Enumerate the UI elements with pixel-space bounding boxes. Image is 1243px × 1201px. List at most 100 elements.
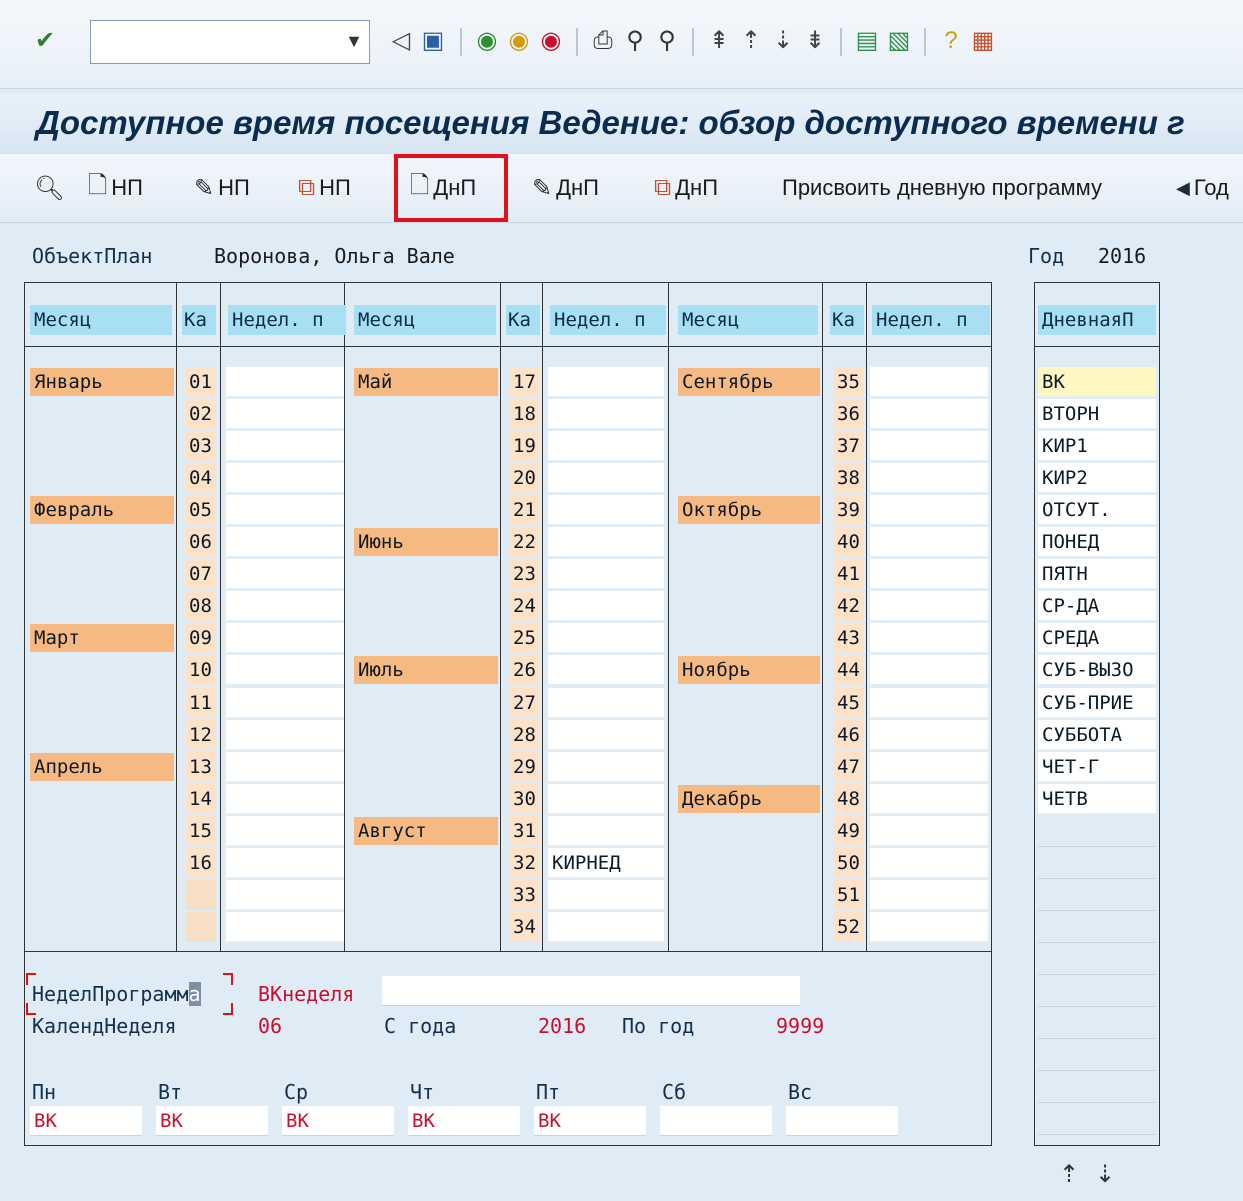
week-program-cell[interactable] <box>226 911 344 942</box>
assign-day-program-button[interactable]: Присвоить дневную программу <box>782 168 1102 208</box>
week-program-cell[interactable] <box>226 463 344 494</box>
week-program-cell[interactable] <box>548 751 664 782</box>
day-program-empty-row[interactable] <box>1038 1104 1156 1136</box>
calendar-week-cell[interactable]: 28 <box>510 719 540 750</box>
week-program-cell[interactable] <box>870 751 988 782</box>
week-program-cell[interactable] <box>870 623 988 654</box>
calendar-week-cell[interactable]: 46 <box>834 719 864 750</box>
week-program-cell[interactable] <box>870 655 988 686</box>
day-program-item[interactable]: ПОНЕД <box>1038 527 1156 558</box>
calendar-week-cell[interactable]: 38 <box>834 463 864 494</box>
day-program-empty-row[interactable] <box>1038 976 1156 1007</box>
print-icon[interactable]: ⎙ <box>588 24 618 58</box>
calendar-week-cell[interactable]: 36 <box>834 399 864 430</box>
prev-page-icon[interactable]: ⇡ <box>736 24 766 58</box>
weekday-program-input[interactable]: ВК <box>30 1106 142 1136</box>
calendar-week-cell[interactable]: 51 <box>834 879 864 910</box>
week-program-cell[interactable] <box>226 751 344 782</box>
week-program-cell[interactable] <box>226 399 344 430</box>
week-program-cell[interactable] <box>870 815 988 846</box>
weekday-program-input[interactable]: ВК <box>408 1106 520 1136</box>
calendar-week-cell[interactable]: 19 <box>510 431 540 462</box>
week-program-field[interactable]: НеделПрограмма <box>32 982 201 1006</box>
calendar-week-cell[interactable]: 48 <box>834 783 864 814</box>
weekday-program-input[interactable] <box>660 1106 772 1136</box>
calendar-week-cell[interactable]: 18 <box>510 399 540 430</box>
day-program-empty-row[interactable] <box>1038 880 1156 911</box>
week-program-cell[interactable] <box>226 783 344 814</box>
calendar-week-cell[interactable]: 15 <box>186 815 216 846</box>
day-program-empty-row[interactable] <box>1038 816 1156 847</box>
week-program-cell[interactable] <box>548 783 664 814</box>
calendar-week-cell[interactable]: 31 <box>510 815 540 846</box>
calendar-week-cell[interactable]: 21 <box>510 495 540 526</box>
calendar-week-cell[interactable]: 42 <box>834 591 864 622</box>
calendar-week-cell[interactable]: 40 <box>834 527 864 558</box>
week-program-cell[interactable] <box>548 399 664 430</box>
week-program-cell[interactable] <box>548 527 664 558</box>
weekday-program-input[interactable]: ВК <box>156 1106 268 1136</box>
day-program-item[interactable]: ВК <box>1038 367 1156 397</box>
day-program-item[interactable]: ВТОРН <box>1038 399 1156 430</box>
calendar-week-cell[interactable]: 49 <box>834 815 864 846</box>
change-day-program-button[interactable]: ✎ ДнП <box>532 168 599 208</box>
first-page-icon[interactable]: ⇞ <box>704 24 734 58</box>
week-program-cell[interactable] <box>226 687 344 718</box>
calendar-week-cell[interactable]: 09 <box>186 623 216 654</box>
day-program-item[interactable]: ПЯТН <box>1038 559 1156 590</box>
calendar-week-cell[interactable]: 03 <box>186 431 216 462</box>
week-program-cell[interactable] <box>226 815 344 846</box>
week-program-cell[interactable] <box>548 655 664 686</box>
copy-week-program-button[interactable]: ⧉ НП <box>298 168 351 208</box>
calendar-week-cell[interactable]: 25 <box>510 623 540 654</box>
day-program-empty-row[interactable] <box>1038 1040 1156 1072</box>
week-program-cell[interactable] <box>548 911 664 942</box>
green-arrow-back-icon[interactable]: ◉ <box>472 24 502 58</box>
week-program-cell[interactable] <box>548 431 664 462</box>
create-week-program-button[interactable]: 🗋 НП <box>88 168 143 208</box>
week-program-cell[interactable] <box>226 367 344 397</box>
change-week-program-button[interactable]: ✎ НП <box>194 168 250 208</box>
week-program-cell[interactable] <box>548 591 664 622</box>
calendar-week-cell[interactable]: 34 <box>510 911 540 942</box>
week-program-cell[interactable] <box>870 911 988 942</box>
calendar-week-cell[interactable]: 12 <box>186 719 216 750</box>
day-program-item[interactable]: СУББОТА <box>1038 719 1156 750</box>
create-day-program-button[interactable]: 🗋 ДнП <box>410 168 476 208</box>
week-program-cell[interactable] <box>226 719 344 750</box>
calendar-week-cell[interactable]: 06 <box>186 527 216 558</box>
calendar-week-cell[interactable]: 47 <box>834 751 864 782</box>
calendar-week-cell[interactable]: 44 <box>834 655 864 686</box>
day-program-empty-row[interactable] <box>1038 1008 1156 1039</box>
week-program-cell[interactable] <box>548 623 664 654</box>
week-program-cell[interactable] <box>870 847 988 878</box>
page-up-icon[interactable]: ⇡ <box>1054 1158 1084 1192</box>
day-program-empty-row[interactable] <box>1038 848 1156 879</box>
week-program-cell[interactable] <box>870 399 988 430</box>
week-program-cell[interactable] <box>548 495 664 526</box>
calendar-week-cell[interactable]: 52 <box>834 911 864 942</box>
calendar-week-cell[interactable]: 27 <box>510 687 540 718</box>
calendar-week-cell[interactable]: 07 <box>186 559 216 590</box>
week-program-cell[interactable] <box>870 431 988 462</box>
page-down-icon[interactable]: ⇣ <box>1090 1158 1120 1192</box>
weekday-program-input[interactable]: ВК <box>282 1106 394 1136</box>
day-program-item[interactable]: ОТСУТ. <box>1038 495 1156 526</box>
customize-icon[interactable]: ▦ <box>968 24 998 58</box>
week-program-cell[interactable] <box>870 559 988 590</box>
calendar-week-cell[interactable]: 05 <box>186 495 216 526</box>
week-program-cell[interactable] <box>870 783 988 814</box>
new-session-icon[interactable]: ▤ <box>852 24 882 58</box>
calendar-week-cell[interactable]: 16 <box>186 847 216 878</box>
calendar-week-cell[interactable]: 02 <box>186 399 216 430</box>
calendar-week-cell[interactable]: 30 <box>510 783 540 814</box>
weekday-program-input[interactable] <box>786 1106 898 1136</box>
week-program-cell[interactable] <box>870 591 988 622</box>
calendar-week-cell[interactable]: 50 <box>834 847 864 878</box>
calendar-week-cell[interactable]: 35 <box>834 367 864 397</box>
save-icon[interactable]: ▣ <box>418 24 448 58</box>
cancel-icon[interactable]: ◉ <box>536 24 566 58</box>
copy-day-program-button[interactable]: ⧉ ДнП <box>654 168 718 208</box>
week-program-cell[interactable] <box>226 495 344 526</box>
day-program-empty-row[interactable] <box>1038 912 1156 943</box>
